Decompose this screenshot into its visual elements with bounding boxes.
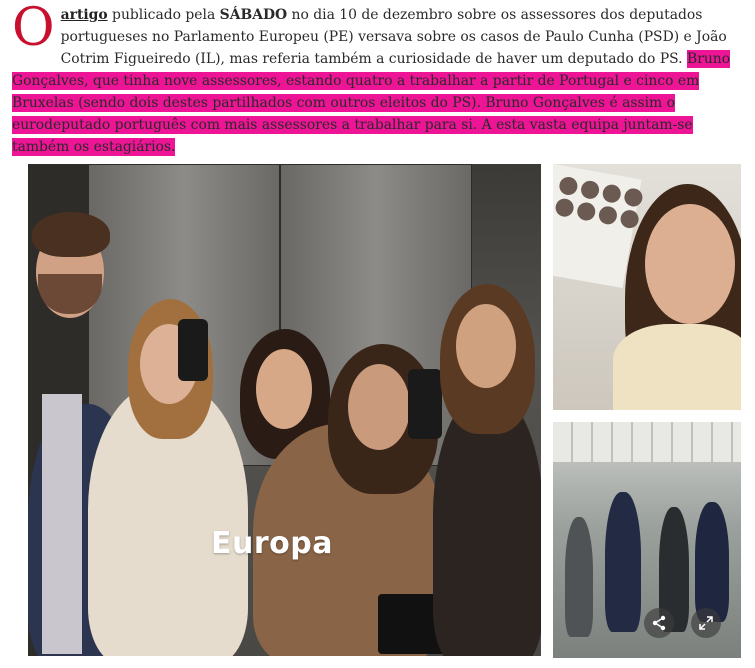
hair <box>32 212 110 257</box>
person <box>605 492 641 632</box>
article-link[interactable]: artigo <box>61 7 108 23</box>
face <box>456 304 516 388</box>
drop-cap: O <box>12 0 55 58</box>
ceiling-lights <box>553 422 741 462</box>
face <box>256 349 312 429</box>
face <box>348 364 410 450</box>
expand-icon <box>699 616 713 630</box>
face <box>645 204 735 324</box>
expand-button[interactable] <box>691 608 721 638</box>
article-paragraph: Oartigo publicado pela SÁBADO no dia 10 … <box>12 0 742 158</box>
brand-name: SÁBADO <box>219 7 288 23</box>
person <box>565 517 593 637</box>
phone <box>408 369 442 439</box>
sweater <box>613 324 741 410</box>
shirt <box>42 394 82 654</box>
photo-gallery: Europa <box>0 164 755 668</box>
main-photo[interactable]: Europa <box>28 164 541 656</box>
top-right-photo[interactable] <box>553 164 741 410</box>
person <box>695 502 729 622</box>
phone <box>178 319 208 381</box>
share-icon <box>652 615 666 631</box>
paragraph-text: publicado pela <box>107 7 220 23</box>
photo-caption-overlay: Europa <box>211 526 333 561</box>
bottom-right-photo[interactable] <box>553 422 741 658</box>
share-button[interactable] <box>644 608 674 638</box>
